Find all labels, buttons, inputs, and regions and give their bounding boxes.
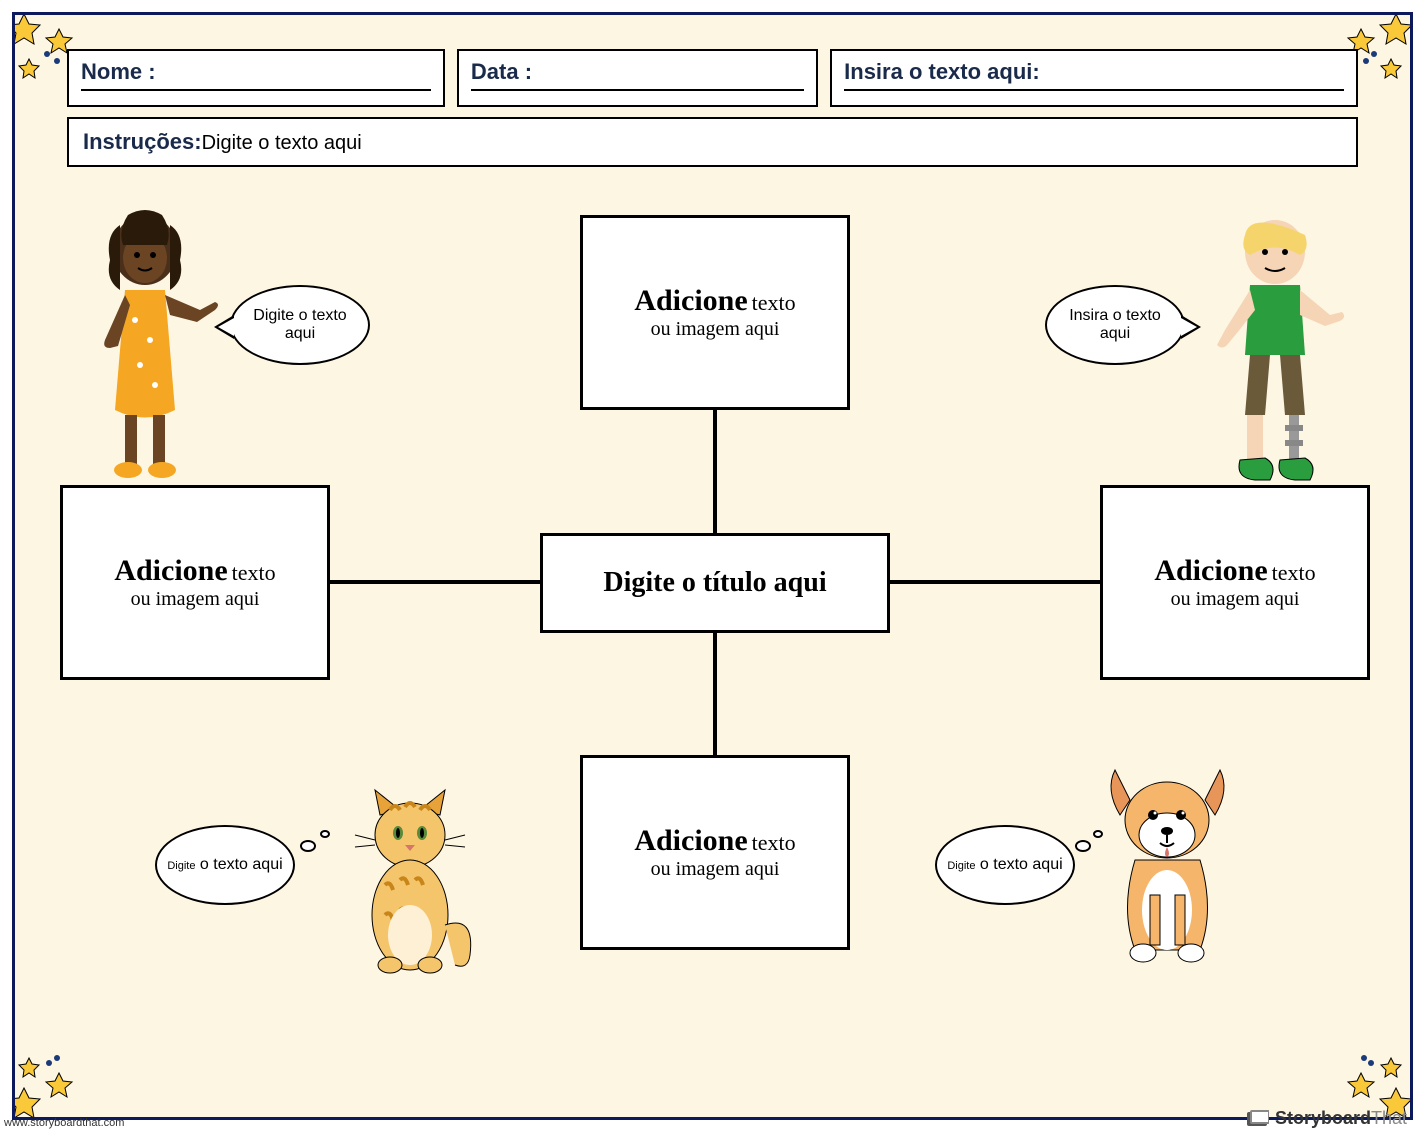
node-top-sub: ou imagem aqui <box>595 318 835 341</box>
header-row: Nome : Data : Insira o texto aqui: <box>67 49 1358 107</box>
extra-field[interactable]: Insira o texto aqui: <box>830 49 1358 107</box>
instructions-box[interactable]: Instruções:Digite o texto aqui <box>67 117 1358 167</box>
footer-url: www.storyboardthat.com <box>4 1117 124 1129</box>
girl-character <box>90 210 220 490</box>
boy-speech-text: Insira o texto aqui <box>1053 307 1177 344</box>
node-top[interactable]: Adicione texto ou imagem aqui <box>580 215 850 410</box>
date-label: Data : <box>471 59 532 85</box>
node-bottom-lite: texto <box>752 830 796 855</box>
dog-thought-bubble[interactable]: Digite o texto aqui <box>935 825 1075 905</box>
name-underline <box>81 89 431 91</box>
dog-thought-text: Digite o texto aqui <box>947 856 1062 874</box>
node-top-lite: texto <box>752 290 796 315</box>
extra-underline <box>844 89 1344 91</box>
node-right-sub: ou imagem aqui <box>1115 588 1355 611</box>
worksheet-page: Nome : Data : Insira o texto aqui: Instr… <box>12 12 1413 1120</box>
node-right-lite: texto <box>1272 560 1316 585</box>
boy-speech-bubble[interactable]: Insira o texto aqui <box>1045 285 1185 365</box>
node-bottom-sub: ou imagem aqui <box>595 858 835 881</box>
node-right-bold: Adicione <box>1154 554 1267 587</box>
node-bottom[interactable]: Adicione texto ou imagem aqui <box>580 755 850 950</box>
diagram-canvas: Digite o título aqui Adicione texto ou i… <box>15 205 1410 1117</box>
dog-character <box>1095 765 1265 985</box>
cat-character <box>350 785 490 985</box>
cat-thought-text: Digite o texto aqui <box>167 856 282 874</box>
connector-right <box>885 580 1100 584</box>
name-field[interactable]: Nome : <box>67 49 445 107</box>
cat-thought-dot-1 <box>300 840 316 852</box>
node-right[interactable]: Adicione texto ou imagem aqui <box>1100 485 1370 680</box>
cat-thought-dot-2 <box>320 830 330 838</box>
name-label: Nome : <box>81 59 156 85</box>
instructions-label: Instruções: <box>83 129 202 154</box>
date-field[interactable]: Data : <box>457 49 818 107</box>
footer-brand: StoryboardThat <box>1247 1108 1407 1129</box>
node-left-lite: texto <box>232 560 276 585</box>
connector-bottom <box>713 625 717 755</box>
storyboard-icon <box>1247 1110 1269 1128</box>
node-left-bold: Adicione <box>114 554 227 587</box>
node-left[interactable]: Adicione texto ou imagem aqui <box>60 485 330 680</box>
connector-top <box>713 405 717 535</box>
instructions-text: Digite o texto aqui <box>202 132 362 154</box>
boy-bubble-tail <box>1181 315 1201 339</box>
girl-speech-text: Digite o texto aqui <box>238 307 362 344</box>
node-bottom-bold: Adicione <box>634 824 747 857</box>
node-left-sub: ou imagem aqui <box>75 588 315 611</box>
girl-speech-bubble[interactable]: Digite o texto aqui <box>230 285 370 365</box>
connector-left <box>325 580 540 584</box>
boy-character <box>1205 210 1355 490</box>
dog-thought-dot-2 <box>1093 830 1103 838</box>
dog-thought-dot-1 <box>1075 840 1091 852</box>
center-title-text: Digite o título aqui <box>563 567 867 599</box>
center-title-box[interactable]: Digite o título aqui <box>540 533 890 633</box>
date-underline <box>471 89 804 91</box>
cat-thought-bubble[interactable]: Digite o texto aqui <box>155 825 295 905</box>
node-top-bold: Adicione <box>634 284 747 317</box>
girl-bubble-tail <box>214 315 234 339</box>
extra-label: Insira o texto aqui: <box>844 59 1040 85</box>
